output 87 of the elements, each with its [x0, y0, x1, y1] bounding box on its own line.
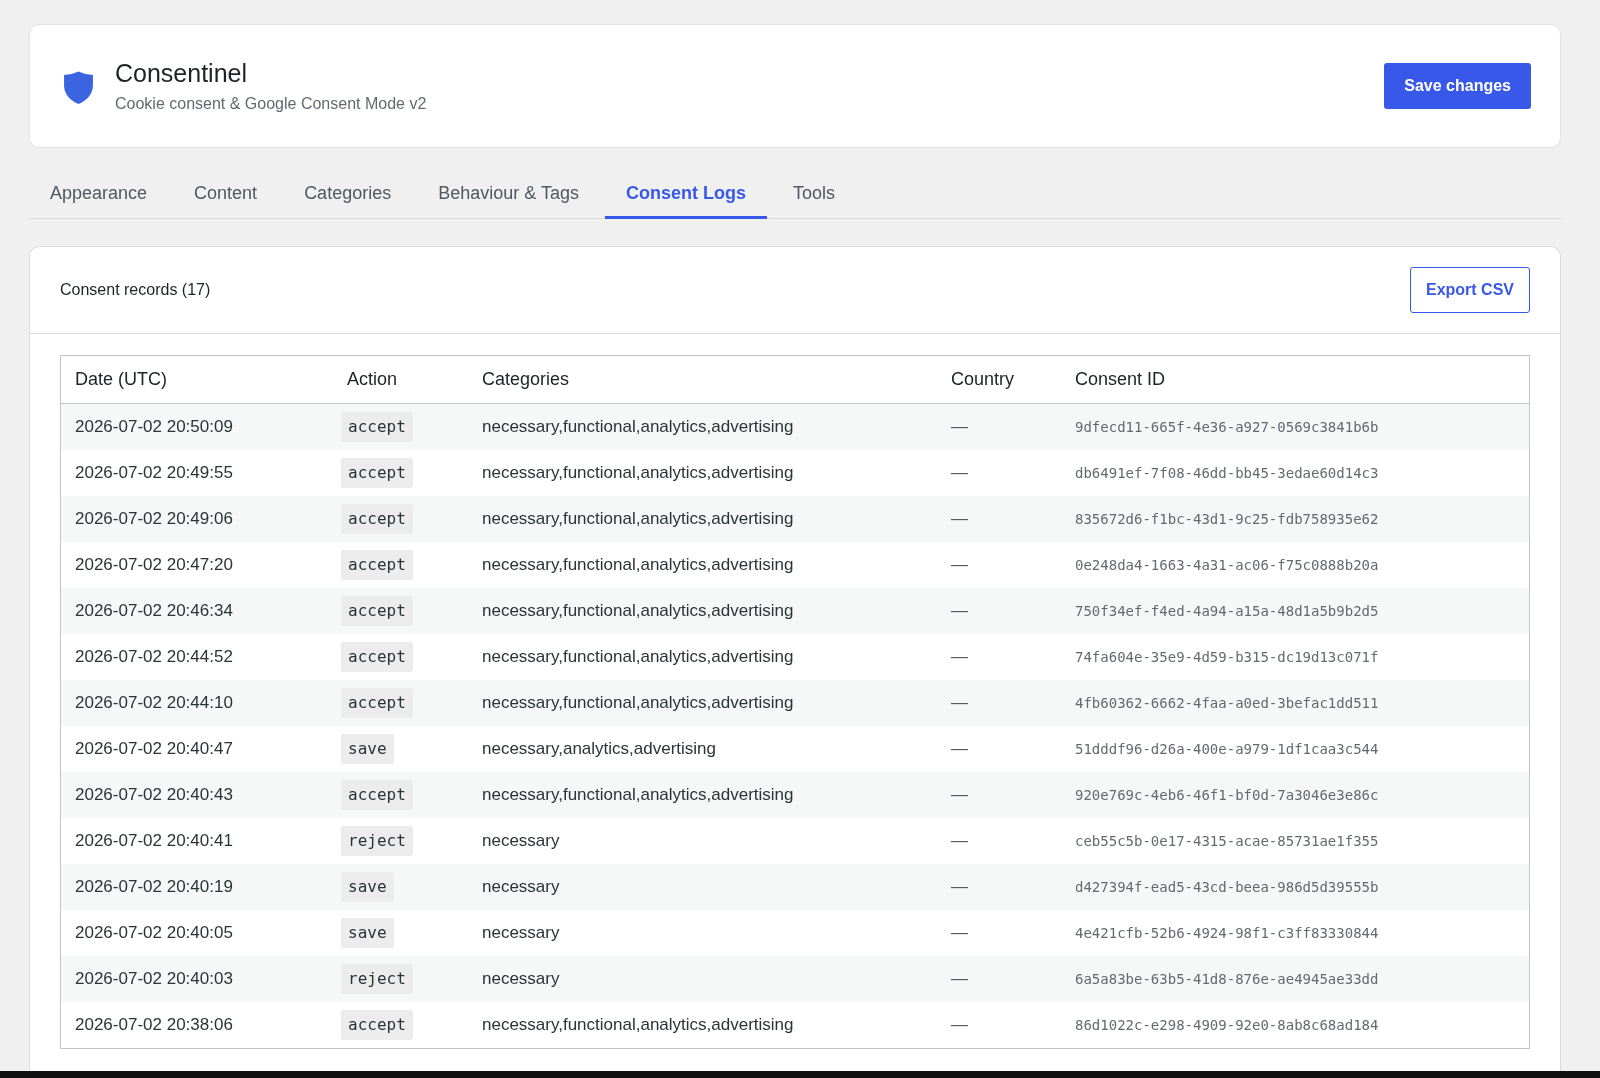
save-button[interactable]: Save changes: [1384, 63, 1531, 109]
table-cell: —: [937, 588, 1061, 634]
table-cell: 6a5a83be-63b5-41d8-876e-ae4945ae33dd: [1061, 956, 1530, 1002]
table-cell: —: [937, 772, 1061, 818]
table-cell: 2026-07-02 20:40:41: [60, 818, 333, 864]
action-tag: save: [341, 734, 394, 764]
table-cell: db6491ef-7f08-46dd-bb45-3edae60d14c3: [1061, 450, 1530, 496]
table-cell: 2026-07-02 20:50:09: [60, 403, 333, 450]
action-tag: accept: [341, 458, 413, 488]
table-cell: —: [937, 864, 1061, 910]
table-cell: 2026-07-02 20:47:20: [60, 542, 333, 588]
table-cell: 920e769c-4eb6-46f1-bf0d-7a3046e3e86c: [1061, 772, 1530, 818]
table-cell: 2026-07-02 20:40:03: [60, 956, 333, 1002]
column-header: Date (UTC): [60, 355, 333, 404]
action-tag: accept: [341, 550, 413, 580]
table-cell: 74fa604e-35e9-4d59-b315-dc19d13c071f: [1061, 634, 1530, 680]
table-cell: 2026-07-02 20:44:52: [60, 634, 333, 680]
table-cell: necessary,functional,analytics,advertising: [468, 450, 937, 496]
table-cell: 4e421cfb-52b6-4924-98f1-c3ff83330844: [1061, 910, 1530, 956]
table-cell: 4fb60362-6662-4faa-a0ed-3befac1dd511: [1061, 680, 1530, 726]
table-cell: —: [937, 726, 1061, 772]
table-cell: —: [937, 818, 1061, 864]
tab[interactable]: Behaviour & Tags: [417, 170, 600, 219]
table-cell: necessary,functional,analytics,advertising: [468, 496, 937, 542]
table-cell: —: [937, 910, 1061, 956]
table-cell: 2026-07-02 20:40:43: [60, 772, 333, 818]
table-cell: —: [937, 1002, 1061, 1049]
table-cell: 2026-07-02 20:40:47: [60, 726, 333, 772]
table-cell: 835672d6-f1bc-43d1-9c25-fdb758935e62: [1061, 496, 1530, 542]
table-cell: 86d1022c-e298-4909-92e0-8ab8c68ad184: [1061, 1002, 1530, 1049]
action-tag: accept: [341, 780, 413, 810]
table-cell: —: [937, 634, 1061, 680]
action-tag: save: [341, 872, 394, 902]
table-cell: 9dfecd11-665f-4e36-a927-0569c3841b6b: [1061, 403, 1530, 450]
tab[interactable]: Appearance: [29, 170, 169, 219]
action-tag: accept: [341, 1010, 413, 1040]
action-tag: reject: [341, 964, 413, 994]
shield-icon: [64, 70, 93, 104]
table-cell: necessary,functional,analytics,advertising: [468, 403, 937, 450]
table-cell: necessary,functional,analytics,advertising: [468, 680, 937, 726]
app-subtitle: Cookie consent & Google Consent Mode v2: [115, 94, 428, 114]
table-cell: necessary,functional,analytics,advertising: [468, 588, 937, 634]
tab[interactable]: Tools: [771, 170, 856, 219]
table-cell: necessary: [468, 864, 937, 910]
tab[interactable]: Content: [173, 170, 279, 219]
table-cell: 0e248da4-1663-4a31-ac06-f75c0888b20a: [1061, 542, 1530, 588]
table-cell: 51dddf96-d26a-400e-a979-1df1caa3c544: [1061, 726, 1530, 772]
action-tag: save: [341, 918, 394, 948]
column-header: Action: [333, 355, 468, 404]
table-cell: 2026-07-02 20:49:55: [60, 450, 333, 496]
table-cell: —: [937, 450, 1061, 496]
table-cell: necessary,functional,analytics,advertising: [468, 772, 937, 818]
action-tag: accept: [341, 412, 413, 442]
panel-title: Consent records (17): [60, 281, 211, 299]
app-title: Consentinel: [115, 58, 249, 88]
table-cell: necessary: [468, 818, 937, 864]
action-tag: accept: [341, 504, 413, 534]
export-csv-button[interactable]: Export CSV: [1410, 267, 1530, 313]
table-cell: necessary,functional,analytics,advertising: [468, 542, 937, 588]
table-cell: —: [937, 403, 1061, 450]
table-cell: necessary: [468, 910, 937, 956]
table-cell: 750f34ef-f4ed-4a94-a15a-48d1a5b9b2d5: [1061, 588, 1530, 634]
table-cell: d427394f-ead5-43cd-beea-986d5d39555b: [1061, 864, 1530, 910]
column-header: Country: [937, 355, 1061, 404]
table-cell: —: [937, 956, 1061, 1002]
table-cell: 2026-07-02 20:40:05: [60, 910, 333, 956]
action-tag: accept: [341, 688, 413, 718]
table-cell: 2026-07-02 20:44:10: [60, 680, 333, 726]
tab[interactable]: Consent Logs: [604, 170, 767, 219]
column-header: Consent ID: [1061, 355, 1530, 404]
table-cell: 2026-07-02 20:38:06: [60, 1002, 333, 1049]
table-cell: 2026-07-02 20:46:34: [60, 588, 333, 634]
tab[interactable]: Categories: [283, 170, 413, 219]
action-tag: accept: [341, 642, 413, 672]
action-tag: accept: [341, 596, 413, 626]
table-cell: necessary,functional,analytics,advertising: [468, 1002, 937, 1049]
table-cell: ceb55c5b-0e17-4315-acae-85731ae1f355: [1061, 818, 1530, 864]
table-cell: —: [937, 680, 1061, 726]
table-cell: —: [937, 542, 1061, 588]
table-cell: necessary,functional,analytics,advertising: [468, 634, 937, 680]
table-cell: 2026-07-02 20:40:19: [60, 864, 333, 910]
table-cell: necessary: [468, 956, 937, 1002]
table-cell: necessary,analytics,advertising: [468, 726, 937, 772]
action-tag: reject: [341, 826, 413, 856]
table-cell: 2026-07-02 20:49:06: [60, 496, 333, 542]
column-header: Categories: [468, 355, 937, 404]
table-cell: —: [937, 496, 1061, 542]
